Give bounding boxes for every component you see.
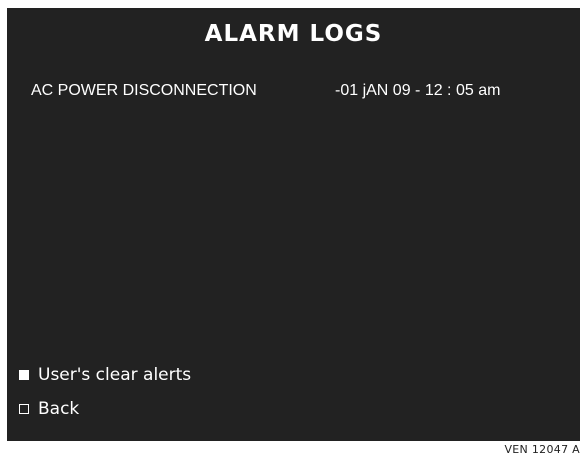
alarm-event-label: AC POWER DISCONNECTION xyxy=(31,82,257,99)
page-title: ALARM LOGS xyxy=(204,21,383,47)
options-menu: User's clear alerts Back xyxy=(19,364,191,432)
clear-alerts-button[interactable]: User's clear alerts xyxy=(19,364,191,386)
alarm-logs-screen: ALARM LOGS AC POWER DISCONNECTION -01 jA… xyxy=(7,8,580,441)
hollow-square-icon xyxy=(19,404,29,414)
alarm-log-list: AC POWER DISCONNECTION -01 jAN 09 - 12 :… xyxy=(7,82,580,104)
filled-square-icon xyxy=(19,370,29,380)
figure-reference-code: VEN 12047 A xyxy=(504,443,580,456)
list-item: AC POWER DISCONNECTION -01 jAN 09 - 12 :… xyxy=(7,82,580,104)
clear-alerts-label: User's clear alerts xyxy=(38,365,192,385)
alarm-timestamp: -01 jAN 09 - 12 : 05 am xyxy=(335,82,501,99)
back-label: Back xyxy=(38,399,80,419)
back-button[interactable]: Back xyxy=(19,398,191,420)
